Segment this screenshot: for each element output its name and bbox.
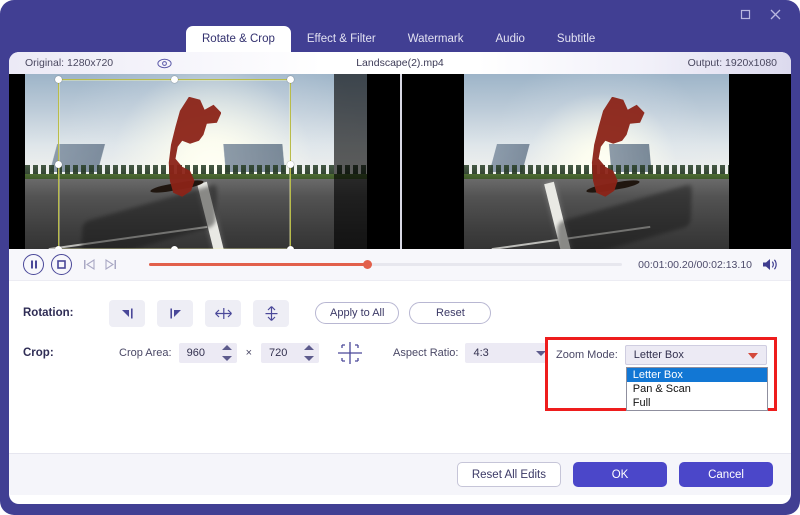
tab-audio[interactable]: Audio	[480, 26, 541, 52]
zoom-mode-value: Letter Box	[633, 349, 684, 361]
cancel-label: Cancel	[708, 468, 744, 481]
crop-frame-icon[interactable]	[333, 340, 367, 366]
aspect-ratio-select[interactable]: 4:3	[465, 343, 554, 363]
rotate-left-icon[interactable]	[109, 299, 145, 327]
maximize-button[interactable]	[732, 3, 758, 25]
video-preview-stage	[9, 74, 791, 249]
crop-label: Crop:	[23, 347, 54, 359]
source-preview[interactable]	[9, 74, 400, 249]
tab-label: Effect & Filter	[306, 33, 376, 45]
aspect-ratio-value: 4:3	[473, 347, 489, 359]
option-label: Full	[632, 397, 651, 409]
chevron-down-icon	[747, 353, 758, 359]
flip-vertical-icon[interactable]	[253, 299, 289, 327]
tab-label: Watermark	[407, 33, 464, 45]
crop-area-label: Crop Area:	[119, 347, 172, 359]
zoom-mode-label: Zoom Mode:	[556, 349, 618, 361]
seek-handle[interactable]	[362, 260, 372, 269]
output-resolution-label: Output: 1920x1080	[687, 57, 777, 69]
tab-bar: Rotate & Crop Effect & Filter Watermark …	[0, 26, 800, 52]
reset-all-edits-label: Reset All Edits	[471, 468, 546, 481]
dialog-footer: Reset All Edits OK Cancel	[9, 453, 791, 495]
previous-frame-icon[interactable]	[79, 255, 99, 275]
crop-width-input[interactable]: 960	[178, 343, 237, 363]
dimension-separator: ×	[245, 347, 253, 359]
crop-width-value: 960	[186, 347, 205, 359]
playback-control-bar: 00:01:00.20/00:02:13.10	[9, 249, 791, 281]
output-preview[interactable]	[402, 74, 791, 249]
tab-label: Rotate & Crop	[202, 33, 275, 45]
apply-to-all-label: Apply to All	[330, 307, 385, 319]
file-name-label: Landscape(2).mp4	[356, 57, 444, 69]
cancel-button[interactable]: Cancel	[679, 462, 773, 487]
volume-icon[interactable]	[761, 256, 779, 274]
tab-label: Subtitle	[556, 33, 596, 45]
tab-subtitle[interactable]: Subtitle	[541, 26, 611, 52]
tab-label: Audio	[495, 33, 525, 45]
next-frame-icon[interactable]	[101, 255, 121, 275]
tab-effect-filter[interactable]: Effect & Filter	[291, 26, 392, 52]
reset-label: Reset	[436, 307, 465, 319]
zoom-mode-option-full[interactable]: Full	[627, 396, 767, 410]
flip-horizontal-icon[interactable]	[205, 299, 241, 327]
stop-icon[interactable]	[51, 254, 72, 275]
zoom-mode-option-letter-box[interactable]: Letter Box	[626, 368, 767, 382]
time-display: 00:01:00.20/00:02:13.10	[638, 258, 752, 271]
title-bar	[0, 0, 800, 28]
zoom-mode-select[interactable]: Letter Box Letter Box Pan & Scan Full	[624, 345, 768, 411]
crop-height-value: 720	[269, 347, 288, 359]
media-info-bar: Original: 1280x720 Landscape(2).mp4 Outp…	[9, 52, 791, 74]
aspect-ratio-label: Aspect Ratio:	[393, 347, 459, 359]
zoom-mode-group: Zoom Mode: Letter Box Letter Box Pan & S…	[556, 345, 768, 411]
pause-icon[interactable]	[23, 254, 44, 275]
ok-label: OK	[611, 468, 629, 481]
zoom-mode-option-pan-and-scan[interactable]: Pan & Scan	[627, 382, 767, 396]
seek-progress	[149, 263, 367, 266]
video-editor-window: Rotate & Crop Effect & Filter Watermark …	[0, 0, 800, 515]
apply-to-all-button[interactable]: Apply to All	[315, 302, 400, 324]
option-label: Letter Box	[632, 369, 683, 381]
crop-height-input[interactable]: 720	[261, 343, 320, 363]
output-video-frame	[464, 74, 729, 249]
crop-height-stepper[interactable]	[304, 345, 315, 361]
reset-all-edits-button[interactable]: Reset All Edits	[456, 462, 561, 487]
reset-rotation-button[interactable]: Reset	[409, 302, 492, 324]
zoom-mode-dropdown: Letter Box Pan & Scan Full	[625, 367, 768, 411]
tab-rotate-crop[interactable]: Rotate & Crop	[186, 26, 291, 52]
rotation-row: Rotation: Apply to All Reset	[9, 297, 791, 329]
rotate-right-icon[interactable]	[157, 299, 193, 327]
crop-width-stepper[interactable]	[221, 345, 232, 361]
seek-bar[interactable]	[149, 258, 623, 272]
editor-panel: Original: 1280x720 Landscape(2).mp4 Outp…	[9, 52, 791, 504]
ok-button[interactable]: OK	[573, 462, 667, 487]
rotation-label: Rotation:	[23, 307, 74, 319]
option-label: Pan & Scan	[632, 383, 691, 395]
close-button[interactable]	[762, 3, 788, 25]
tab-watermark[interactable]: Watermark	[392, 26, 480, 52]
